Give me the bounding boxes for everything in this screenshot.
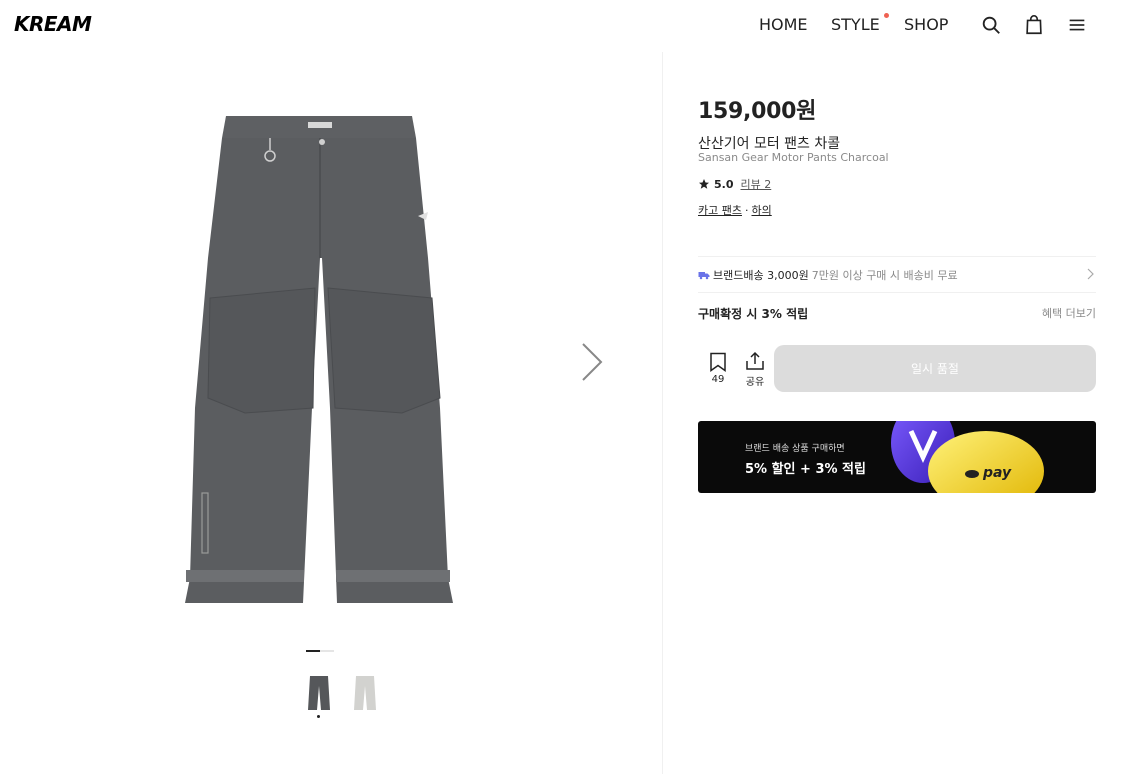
shopping-bag-icon[interactable] bbox=[1023, 14, 1045, 36]
benefits-more-link[interactable]: 혜택 더보기 bbox=[1042, 305, 1096, 321]
review-link[interactable]: 리뷰 2 bbox=[741, 176, 772, 192]
top-header: KREAM HOME STYLE SHOP bbox=[0, 0, 1125, 52]
product-categories: 카고 팬츠 · 하의 bbox=[698, 202, 772, 218]
banner-coin-artwork bbox=[891, 421, 1044, 493]
divider bbox=[698, 292, 1096, 293]
nav-style[interactable]: STYLE bbox=[831, 15, 880, 34]
category-link-cargo-pants[interactable]: 카고 팬츠 bbox=[698, 204, 742, 217]
wishlist-count: 49 bbox=[711, 374, 725, 385]
product-name-english: Sansan Gear Motor Pants Charcoal bbox=[698, 151, 889, 164]
share-icon bbox=[746, 351, 764, 370]
share-button[interactable]: 공유 bbox=[741, 351, 769, 388]
product-price: 159,000원 bbox=[698, 99, 817, 124]
product-image-pants[interactable] bbox=[170, 108, 470, 618]
banner-subtext: 브랜드 배송 상품 구매하면 bbox=[745, 444, 845, 454]
next-image-arrow-icon[interactable] bbox=[578, 340, 606, 384]
pay-logo: pay bbox=[983, 465, 1012, 481]
divider bbox=[698, 256, 1096, 257]
points-info: 구매확정 시 3% 적립 bbox=[698, 307, 809, 321]
sold-out-button[interactable]: 일시 품절 bbox=[774, 345, 1096, 392]
shipping-free-condition: 7만원 이상 구매 시 배송비 무료 bbox=[811, 269, 958, 282]
category-link-bottoms[interactable]: 하의 bbox=[751, 204, 771, 217]
shipping-info[interactable]: 브랜드배송 3,000원 7만원 이상 구매 시 배송비 무료 bbox=[698, 267, 958, 283]
image-pagination-active bbox=[306, 650, 320, 652]
shipping-fee: 브랜드배송 3,000원 bbox=[713, 269, 809, 282]
nav-shop[interactable]: SHOP bbox=[904, 15, 948, 34]
kream-logo[interactable]: KREAM bbox=[14, 12, 92, 36]
product-name-korean: 산산기어 모터 팬츠 차콜 bbox=[698, 136, 841, 152]
new-indicator-dot bbox=[884, 13, 889, 18]
product-rating: 5.0 리뷰 2 bbox=[698, 176, 771, 192]
share-label: 공유 bbox=[745, 377, 765, 388]
thumbnail-charcoal[interactable] bbox=[307, 674, 331, 714]
hamburger-menu-icon[interactable] bbox=[1066, 14, 1088, 36]
banner-headline: 5% 할인 + 3% 적립 bbox=[745, 462, 866, 477]
category-separator: · bbox=[744, 204, 749, 217]
promo-banner[interactable]: 브랜드 배송 상품 구매하면 5% 할인 + 3% 적립 pay bbox=[698, 421, 1096, 493]
bookmark-icon bbox=[710, 352, 726, 372]
thumbnail-selected-dot bbox=[317, 715, 320, 718]
chevron-right-icon[interactable] bbox=[1087, 268, 1095, 280]
nav-home[interactable]: HOME bbox=[759, 15, 808, 34]
column-divider bbox=[662, 52, 663, 774]
wishlist-button[interactable]: 49 bbox=[704, 352, 732, 385]
rating-score: 5.0 bbox=[714, 177, 734, 191]
truck-icon bbox=[698, 272, 710, 280]
image-pagination-bar bbox=[306, 650, 334, 652]
thumbnail-light-gray[interactable] bbox=[353, 674, 377, 714]
star-icon bbox=[699, 179, 709, 189]
search-icon[interactable] bbox=[980, 14, 1002, 36]
